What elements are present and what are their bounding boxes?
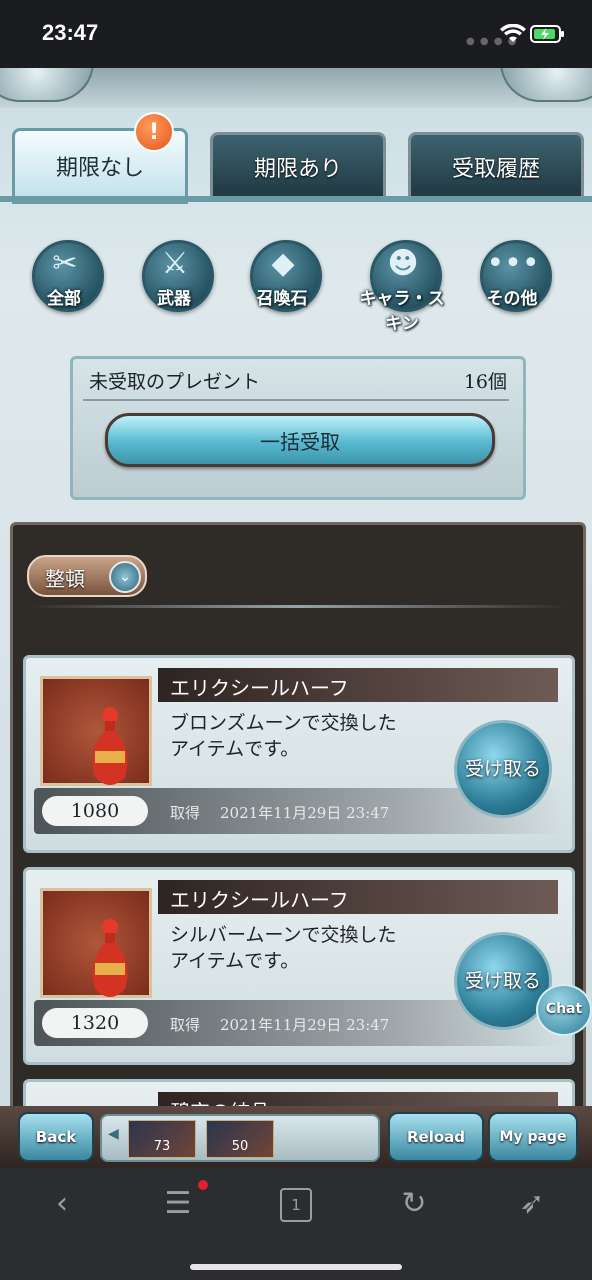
bulk-receive-label: 一括受取 <box>260 429 340 454</box>
category-label: その他 <box>486 289 538 309</box>
shortcut-slot[interactable]: 50 <box>206 1120 274 1158</box>
notification-dot <box>198 1180 208 1190</box>
item-quantity: 1320 <box>42 1008 148 1038</box>
reload-button[interactable]: Reload <box>388 1112 484 1162</box>
elixir-icon <box>92 707 128 785</box>
ornament-left <box>0 68 94 102</box>
game-nav-bar: Back ◀ 73 50 Reload My page <box>0 1106 592 1168</box>
category-label: 全部 <box>47 289 81 309</box>
item-name: エリクシールハーフ <box>170 888 349 912</box>
bulk-receive-button[interactable]: 一括受取 <box>105 413 495 467</box>
menu-icon[interactable]: ☰ <box>150 1182 206 1226</box>
more-glyph: ••• <box>486 246 540 281</box>
item-description: ブロンズムーンで交換した アイテムです。 <box>170 710 450 762</box>
arrow-left-icon[interactable]: ◀ <box>108 1126 119 1142</box>
item-description-line: ブロンズムーンで交換した <box>170 712 397 734</box>
category-label: キャラ・スキン <box>359 289 445 334</box>
sort-button[interactable]: 整頓 ⌄ <box>27 555 147 597</box>
item-description-line: アイテムです。 <box>170 950 300 972</box>
status-time: 23:47 <box>42 20 99 45</box>
unreceived-presents-box: 未受取のプレゼント 16個 一括受取 <box>70 356 526 500</box>
notification-badge: ! <box>134 112 174 152</box>
acquired-label: 取得 <box>170 1016 201 1034</box>
top-frame <box>0 68 592 108</box>
category-other[interactable]: ••• その他 <box>466 240 558 326</box>
back-arrow-icon[interactable]: ‹ <box>34 1182 90 1226</box>
sword-glyph: ⚔ <box>161 246 189 281</box>
battery-icon <box>530 25 564 43</box>
category-weapon[interactable]: ⚔ 武器 <box>128 240 220 326</box>
category-summon[interactable]: ◆ 召喚石 <box>236 240 328 326</box>
wifi-icon <box>500 24 526 42</box>
acquired-date: 2021年11月29日 23:47 <box>220 1016 390 1034</box>
tab-history[interactable]: 受取履歴 <box>408 132 584 202</box>
shortcut-slot[interactable]: 73 <box>128 1120 196 1158</box>
chat-button[interactable]: Chat <box>536 984 592 1036</box>
tab-label: 受取履歴 <box>451 157 540 182</box>
tabs-icon[interactable]: 1 <box>268 1182 324 1226</box>
reload-icon[interactable]: ↻ <box>386 1182 442 1226</box>
crystal-glyph: ◆ <box>271 246 295 281</box>
present-item: エリクシールハーフ ブロンズムーンで交換した アイテムです。 1080 取得 2… <box>23 655 575 853</box>
acquired-label: 取得 <box>170 804 201 822</box>
present-list-panel: 整頓 ⌄ エリクシールハーフ ブロンズムーンで交換した アイテムです。 1080 <box>10 522 586 1168</box>
character-glyph: ☻ <box>387 246 419 281</box>
sort-label: 整頓 <box>45 567 85 591</box>
divider <box>27 605 567 608</box>
tab-underline <box>0 196 592 202</box>
category-label: 武器 <box>157 289 191 309</box>
tab-label: 期限あり <box>253 157 342 182</box>
tab-label: 期限なし <box>55 156 144 181</box>
home-indicator <box>190 1264 402 1270</box>
mypage-button[interactable]: My page <box>488 1112 578 1162</box>
browser-toolbar: ‹ ☰ 1 ↻ ➶ <box>0 1168 592 1280</box>
unreceived-label: 未受取のプレゼント <box>89 371 261 393</box>
category-all[interactable]: ✂ 全部 <box>18 240 110 326</box>
tab-with-expiry[interactable]: 期限あり <box>210 132 386 202</box>
all-glyph: ✂ <box>52 246 78 281</box>
elixir-icon <box>92 919 128 997</box>
status-bar: 23:47 ● ● ● ● <box>0 0 592 68</box>
item-description: シルバームーンで交換した アイテムです。 <box>170 922 450 974</box>
divider <box>83 399 509 401</box>
present-item: エリクシールハーフ シルバームーンで交換した アイテムです。 1320 取得 2… <box>23 867 575 1065</box>
game-area: 期限なし 期限あり 受取履歴 ! ✂ 全部 ⚔ 武器 ◆ 召喚石 ☻ キャラ・ス… <box>0 68 592 1168</box>
quest-shortcut-tray: ◀ 73 50 <box>100 1114 380 1162</box>
back-button[interactable]: Back <box>18 1112 94 1162</box>
category-label: 召喚石 <box>256 289 308 309</box>
acquired-date: 2021年11月29日 23:47 <box>220 804 390 822</box>
item-name: エリクシールハーフ <box>170 676 349 700</box>
category-character[interactable]: ☻ キャラ・スキン <box>356 240 448 334</box>
item-quantity: 1080 <box>42 796 148 826</box>
rocket-icon[interactable]: ➶ <box>504 1182 560 1226</box>
item-description-line: シルバームーンで交換した <box>170 924 397 946</box>
ornament-right <box>500 68 592 102</box>
chevron-down-icon: ⌄ <box>109 561 141 593</box>
unreceived-count: 16個 <box>463 371 507 393</box>
claim-button[interactable]: 受け取る <box>454 720 552 818</box>
item-description-line: アイテムです。 <box>170 738 300 760</box>
item-thumbnail <box>40 888 152 998</box>
item-thumbnail <box>40 676 152 786</box>
